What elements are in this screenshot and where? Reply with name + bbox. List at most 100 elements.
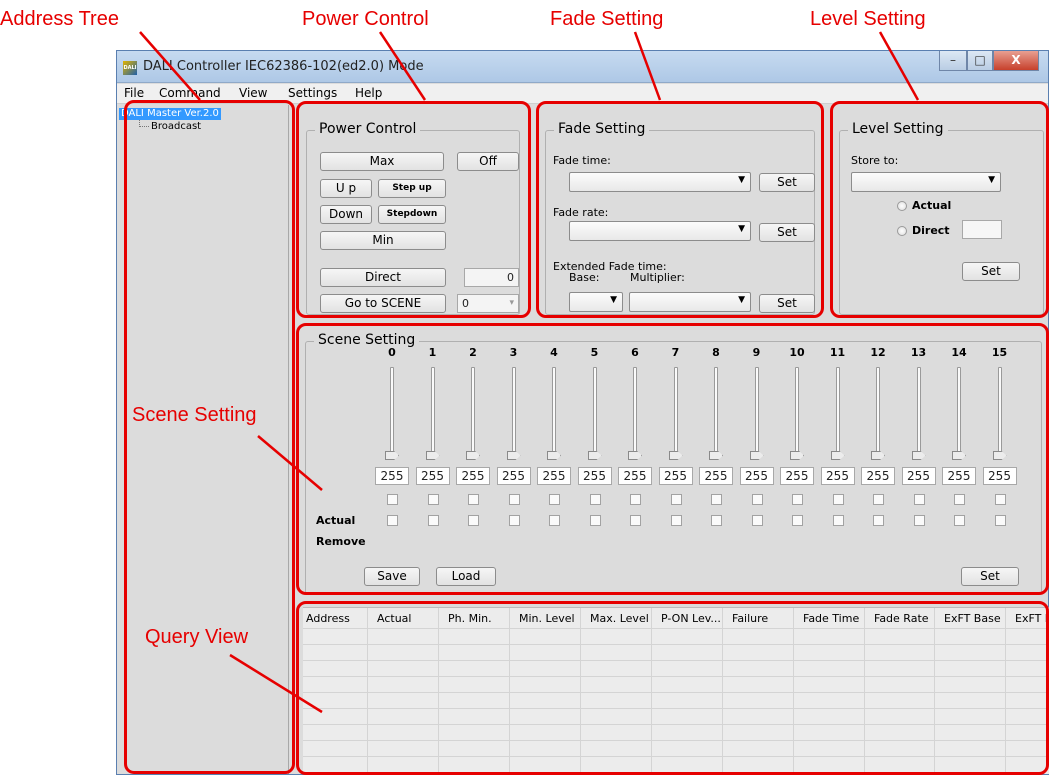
query-column-header[interactable]: Ph. Min. [448, 612, 492, 625]
scene-slider-track[interactable] [552, 367, 556, 453]
direct-radio[interactable] [897, 226, 907, 236]
fade-rate-select[interactable]: ▼ [569, 221, 751, 241]
scene-slider-thumb[interactable] [709, 451, 723, 460]
scene-actual-checkbox[interactable] [711, 494, 722, 505]
scene-slider-track[interactable] [997, 367, 1002, 453]
scene-remove-checkbox[interactable] [427, 515, 439, 526]
scene-slider-thumb[interactable] [749, 451, 764, 460]
scene-slider-track[interactable] [916, 367, 921, 453]
scene-slider-track[interactable] [471, 367, 475, 453]
scene-remove-checkbox[interactable] [387, 515, 398, 526]
scene-remove-checkbox[interactable] [751, 515, 763, 526]
scene-actual-checkbox[interactable] [630, 494, 641, 505]
close-button[interactable]: X [993, 51, 1039, 71]
scene-slider-track[interactable] [390, 367, 394, 453]
scene-remove-checkbox[interactable] [589, 515, 601, 526]
scene-slider-track[interactable] [754, 367, 759, 453]
scene-slider-thumb[interactable] [992, 451, 1007, 460]
scene-actual-checkbox[interactable] [589, 494, 601, 505]
scene-slider-thumb[interactable] [871, 451, 885, 460]
scene-slider-thumb[interactable] [547, 451, 561, 460]
scene-actual-checkbox[interactable] [549, 494, 560, 505]
scene-actual-checkbox[interactable] [994, 494, 1006, 505]
fade-time-set-button[interactable]: Set [759, 173, 815, 192]
scene-remove-checkbox[interactable] [913, 515, 925, 526]
address-tree[interactable]: DALI Master Ver.2.0 Broadcast [117, 105, 289, 774]
min-button[interactable]: Min [320, 231, 446, 250]
scene-actual-checkbox[interactable] [832, 494, 844, 505]
maximize-button[interactable]: □ [967, 51, 993, 71]
query-column-header[interactable]: ExFT Base [944, 612, 1001, 625]
store-to-select[interactable]: ▼ [851, 172, 1001, 192]
scene-remove-checkbox[interactable] [873, 515, 884, 526]
query-column-header[interactable]: ExFT M [1015, 612, 1049, 625]
menu-file[interactable]: File [124, 86, 144, 100]
query-view[interactable]: Address Actual Ph. Min. Min. Level Max. Leve… [303, 607, 1049, 774]
scene-level-input[interactable]: 255 [901, 467, 936, 485]
scene-slider-track[interactable] [835, 367, 840, 453]
scene-actual-checkbox[interactable] [913, 494, 925, 505]
actual-radio[interactable] [897, 201, 907, 211]
scene-level-input[interactable]: 255 [496, 467, 531, 485]
scene-slider-thumb[interactable] [385, 451, 399, 460]
scene-slider-thumb[interactable] [466, 451, 480, 460]
multiplier-select[interactable]: ▼ [629, 292, 751, 312]
direct-level-input[interactable]: 0 [464, 268, 519, 287]
scene-level-input[interactable]: 255 [375, 467, 409, 485]
query-column-header[interactable]: P-ON Lev... [661, 612, 721, 625]
scene-number-select[interactable]: 0 ▾ [457, 294, 519, 313]
scene-remove-checkbox[interactable] [670, 515, 682, 526]
scene-slider-thumb[interactable] [830, 451, 845, 460]
scene-slider-track[interactable] [430, 367, 435, 453]
menu-help[interactable]: Help [355, 86, 382, 100]
level-set-button[interactable]: Set [962, 262, 1020, 281]
scene-slider-track[interactable] [795, 367, 799, 453]
scene-level-input[interactable]: 255 [820, 467, 855, 485]
step-up-button[interactable]: Step up [378, 179, 446, 198]
extended-fade-set-button[interactable]: Set [759, 294, 815, 313]
query-column-header[interactable]: Actual [377, 612, 411, 625]
scene-level-input[interactable]: 255 [618, 467, 652, 485]
menu-view[interactable]: View [239, 86, 267, 100]
scene-slider-thumb[interactable] [425, 451, 440, 460]
scene-slider-track[interactable] [633, 367, 637, 453]
scene-remove-checkbox[interactable] [711, 515, 722, 526]
scene-remove-checkbox[interactable] [508, 515, 520, 526]
scene-level-input[interactable]: 255 [537, 467, 571, 485]
scene-slider-thumb[interactable] [790, 451, 804, 460]
scene-slider-thumb[interactable] [668, 451, 683, 460]
minimize-button[interactable]: – [939, 51, 967, 71]
scene-level-input[interactable]: 255 [577, 467, 612, 485]
scene-remove-checkbox[interactable] [549, 515, 560, 526]
direct-level-field[interactable] [962, 220, 1002, 239]
scene-level-input[interactable]: 255 [861, 467, 895, 485]
scene-actual-checkbox[interactable] [954, 494, 965, 505]
scene-actual-checkbox[interactable] [387, 494, 398, 505]
direct-button[interactable]: Direct [320, 268, 446, 287]
scene-remove-checkbox[interactable] [630, 515, 641, 526]
menu-settings[interactable]: Settings [288, 86, 337, 100]
scene-level-input[interactable]: 255 [658, 467, 693, 485]
scene-remove-checkbox[interactable] [994, 515, 1006, 526]
up-button[interactable]: U p [320, 179, 372, 198]
tree-node-broadcast[interactable]: Broadcast [151, 121, 201, 132]
scene-slider-thumb[interactable] [628, 451, 642, 460]
scene-remove-checkbox[interactable] [954, 515, 965, 526]
scene-load-button[interactable]: Load [436, 567, 496, 586]
scene-remove-checkbox[interactable] [832, 515, 844, 526]
query-column-header[interactable]: Address [306, 612, 350, 625]
title-bar[interactable]: DALI DALI Controller IEC62386-102(ed2.0)… [117, 51, 1048, 83]
scene-slider-thumb[interactable] [952, 451, 966, 460]
scene-level-input[interactable]: 255 [456, 467, 490, 485]
scene-slider-track[interactable] [511, 367, 516, 453]
scene-remove-checkbox[interactable] [792, 515, 803, 526]
scene-actual-checkbox[interactable] [873, 494, 884, 505]
scene-level-input[interactable]: 255 [699, 467, 733, 485]
scene-slider-track[interactable] [876, 367, 880, 453]
tree-node-dali-master[interactable]: DALI Master Ver.2.0 [119, 108, 221, 120]
step-down-button[interactable]: Stepdown [378, 205, 446, 224]
scene-slider-track[interactable] [673, 367, 678, 453]
scene-slider-thumb[interactable] [911, 451, 926, 460]
scene-slider-thumb[interactable] [506, 451, 521, 460]
scene-save-button[interactable]: Save [364, 567, 420, 586]
